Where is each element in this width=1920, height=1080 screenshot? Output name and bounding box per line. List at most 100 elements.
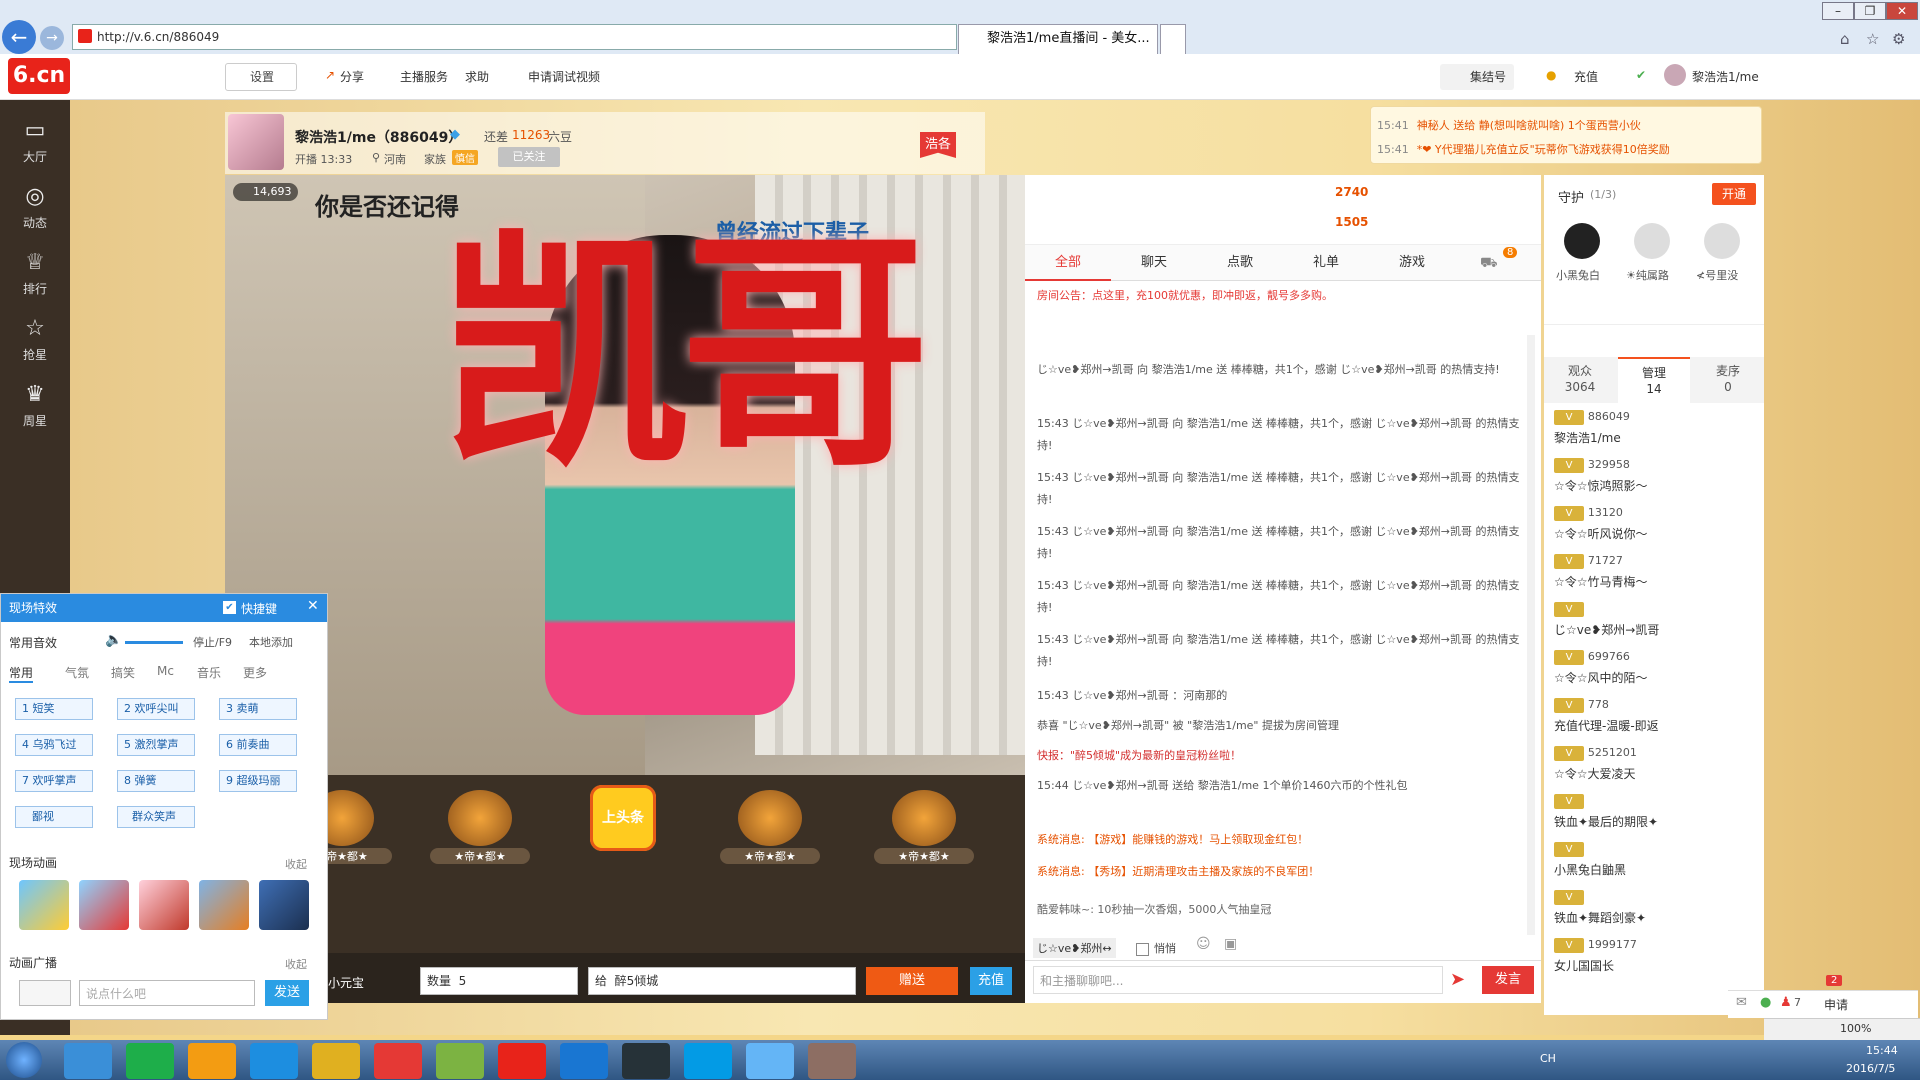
taskbar-kugou-icon[interactable] (560, 1043, 608, 1079)
effects-tab-common[interactable]: 常用 (9, 664, 34, 683)
settings-button[interactable]: 设置 (225, 63, 297, 91)
nav-rank[interactable]: ♕ 排行 (0, 236, 70, 298)
gift-item[interactable]: ★帝★都★ (720, 790, 820, 870)
sound-effect-button[interactable]: 7 欢呼掌声 (15, 770, 93, 792)
quantity-field[interactable]: 数量 5 (420, 967, 578, 995)
nav-star[interactable]: ☆ 抢星 (0, 302, 70, 364)
mail-icon[interactable]: ✉ (1736, 995, 1747, 1010)
taskbar-ie-window-icon[interactable] (746, 1043, 794, 1079)
effects-tab-mood[interactable]: 气氛 (65, 664, 89, 681)
animation-thumb[interactable] (199, 880, 249, 930)
guard-avatar[interactable] (1704, 223, 1740, 259)
animation-thumb[interactable] (19, 880, 69, 930)
new-tab-button[interactable] (1160, 24, 1186, 54)
shortcut-checkbox[interactable]: ✔ (223, 601, 236, 614)
broadcast-type-select[interactable] (19, 980, 71, 1006)
close-icon[interactable]: ✕ (307, 598, 319, 614)
member-row[interactable]: V 铁血✦最后的期限✦ (1554, 793, 1754, 841)
person-icon[interactable]: ♟ (1780, 995, 1792, 1010)
send-button[interactable]: 发言 (1482, 966, 1534, 994)
recipient-select[interactable]: 给 醉5倾城 (588, 967, 856, 995)
site-logo[interactable]: 6.cn (8, 58, 70, 94)
start-button[interactable] (6, 1042, 42, 1078)
apply-button[interactable]: 申请 (1824, 996, 1848, 1013)
taskbar-iqiyi-icon[interactable] (126, 1043, 174, 1079)
guard-avatar[interactable] (1634, 223, 1670, 259)
taskbar-game-icon[interactable] (808, 1043, 856, 1079)
volume-slider[interactable] (125, 641, 183, 644)
sound-effect-button[interactable]: 9 超级玛丽 (219, 770, 297, 792)
effects-tab-music[interactable]: 音乐 (197, 664, 221, 681)
sound-effect-button[interactable]: 群众笑声 (117, 806, 195, 828)
emoji-icon[interactable]: ☺ (1196, 936, 1211, 952)
taskbar-tmall-icon[interactable] (374, 1043, 422, 1079)
member-row[interactable]: V 小黑兔白鼬黑 (1554, 841, 1754, 889)
tab-queue[interactable]: 麦序 0 (1692, 357, 1764, 403)
apply-debug-link[interactable]: 申请调试视频 (528, 68, 600, 85)
member-row[interactable]: V 铁血✦舞蹈剑豪✦ (1554, 889, 1754, 937)
open-guard-button[interactable]: 开通 (1712, 183, 1756, 205)
target-user-select[interactable]: じ☆ve❥郑州↔ (1033, 938, 1116, 958)
sound-effect-button[interactable]: 8 弹簧 (117, 770, 195, 792)
member-row[interactable]: V 699766 ☆令☆风中的陌～ (1554, 649, 1754, 697)
taskbar-moon-icon[interactable] (622, 1043, 670, 1079)
forward-button[interactable]: → (40, 26, 64, 50)
recharge-button[interactable]: 充值 (970, 967, 1012, 995)
broadcast-send-button[interactable]: 发送 (265, 980, 309, 1006)
nav-hall[interactable]: ▭ 大厅 (0, 104, 70, 166)
stop-button[interactable]: 停止/F9 (193, 634, 232, 650)
chat-scrollbar[interactable] (1527, 335, 1535, 935)
sound-effect-button[interactable]: 5 激烈掌声 (117, 734, 195, 756)
clock-time[interactable]: 15:44 (1866, 1044, 1898, 1057)
animation-thumb[interactable] (79, 880, 129, 930)
tab-giftlist[interactable]: 礼单 (1283, 245, 1369, 281)
tab-game[interactable]: 游戏 (1369, 245, 1455, 281)
animation-collapse[interactable]: 收起 (285, 856, 307, 872)
gift-item[interactable]: ★帝★都★ (430, 790, 530, 870)
share-link[interactable]: 分享 (340, 68, 364, 85)
tab-admins[interactable]: 管理 14 (1618, 357, 1690, 403)
favorites-star-icon[interactable]: ☆ (1866, 30, 1879, 48)
taskbar-taobao-icon[interactable] (188, 1043, 236, 1079)
taskbar-browser-icon[interactable] (64, 1043, 112, 1079)
zoom-level[interactable]: 100% (1840, 1022, 1871, 1035)
sound-effect-button[interactable]: 6 前奏曲 (219, 734, 297, 756)
back-button[interactable]: ← (2, 20, 36, 54)
ime-indicator[interactable]: CH (1540, 1052, 1556, 1065)
tools-gear-icon[interactable]: ⚙ (1892, 30, 1905, 48)
taskbar-6cn-icon[interactable] (498, 1043, 546, 1079)
nav-weekly[interactable]: ♛ 周星 (0, 368, 70, 430)
follow-button[interactable]: 已关注 (498, 147, 560, 167)
anchor-avatar[interactable] (228, 114, 284, 170)
member-row[interactable]: V じ☆ve❥郑州→凯哥 (1554, 601, 1754, 649)
guard-avatar[interactable] (1564, 223, 1600, 259)
tab-chat[interactable]: 聊天 (1111, 245, 1197, 281)
headline-gift[interactable]: 上头条 (590, 785, 656, 851)
tab-audience[interactable]: 观众 3064 (1544, 357, 1616, 403)
taskbar-ie-icon[interactable] (250, 1043, 298, 1079)
member-row[interactable]: V 329958 ☆令☆惊鸿照影～ (1554, 457, 1754, 505)
member-row[interactable]: V 71727 ☆令☆竹马青梅～ (1554, 553, 1754, 601)
effects-tab-more[interactable]: 更多 (243, 664, 267, 681)
user-name[interactable]: 黎浩浩1/me (1692, 68, 1759, 85)
taskbar-chrome-icon[interactable] (312, 1043, 360, 1079)
sound-effect-button[interactable]: 4 乌鸦飞过 (15, 734, 93, 756)
member-row[interactable]: V 886049 黎浩浩1/me (1554, 409, 1754, 457)
car-icon[interactable]: ⛟ (1480, 255, 1498, 273)
sound-effect-button[interactable]: 3 卖萌 (219, 698, 297, 720)
close-window-button[interactable]: ✕ (1886, 2, 1918, 20)
broadcast-input[interactable]: 说点什么吧 (79, 980, 255, 1006)
effects-tab-funny[interactable]: 搞笑 (111, 664, 135, 681)
maximize-button[interactable]: ❐ (1854, 2, 1886, 20)
broadcast-collapse[interactable]: 收起 (285, 956, 307, 972)
sound-effect-button[interactable]: 1 短笑 (15, 698, 93, 720)
gift-item[interactable]: ★帝★都★ (874, 790, 974, 870)
taskbar-mic-icon[interactable] (684, 1043, 732, 1079)
whisper-checkbox[interactable] (1136, 943, 1149, 956)
recharge-link[interactable]: 充值 (1574, 68, 1598, 85)
gather-button[interactable]: 集结号 (1440, 64, 1514, 90)
member-row[interactable]: V 1999177 女儿国国长 (1554, 937, 1754, 985)
address-bar[interactable]: http://v.6.cn/886049 (72, 24, 957, 50)
home-icon[interactable]: ⌂ (1840, 30, 1850, 48)
sound-effect-button[interactable]: 2 欢呼尖叫 (117, 698, 195, 720)
